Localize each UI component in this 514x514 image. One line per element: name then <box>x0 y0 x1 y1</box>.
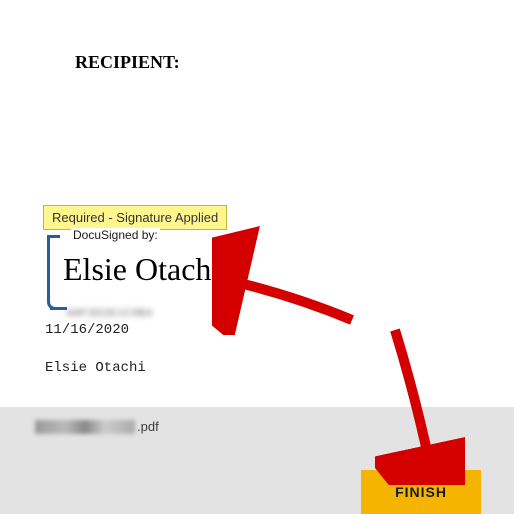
status-badge: Required - Signature Applied <box>43 205 227 230</box>
docusigned-label: DocuSigned by: <box>71 228 160 242</box>
signature-id: A8F3D2E1C9B4 <box>67 308 153 319</box>
pdf-name-redacted <box>35 420 135 434</box>
signature-date: 11/16/2020 <box>45 322 129 338</box>
signer-printed-name: Elsie Otachi <box>45 360 146 376</box>
pdf-filename: .pdf <box>35 419 159 434</box>
signature-script: Elsie Otachi <box>63 251 220 288</box>
recipient-label: RECIPIENT: <box>75 52 180 73</box>
finish-button[interactable]: FINISH <box>361 470 481 514</box>
pdf-extension: .pdf <box>137 419 159 434</box>
signature-block[interactable]: DocuSigned by: Elsie Otachi A8F3D2E1C9B4 <box>47 235 232 320</box>
footer-bar: .pdf FINISH <box>0 407 514 514</box>
document-area: RECIPIENT: Required - Signature Applied … <box>0 0 514 407</box>
